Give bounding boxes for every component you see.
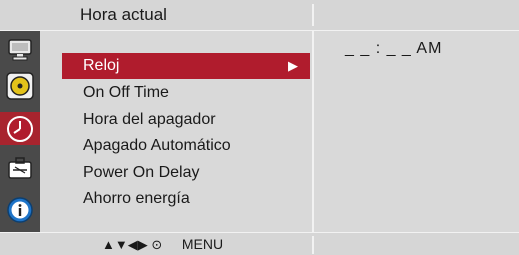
page-title: Hora actual	[80, 5, 167, 24]
menu-item-hora-del-apagador[interactable]: Hora del apagador	[83, 111, 216, 129]
menu-item-reloj[interactable]: Reloj ▶	[62, 53, 310, 79]
menu-item-ahorro-energia[interactable]: Ahorro energía	[83, 190, 190, 208]
ampm-value: AM	[416, 40, 443, 57]
arrow-keys-icon: ▲▼◀▶ ⊙	[102, 237, 163, 252]
info-icon	[7, 196, 33, 223]
monitor-icon	[8, 38, 32, 60]
toolbox-icon	[8, 156, 32, 179]
menu-item-on-off-time[interactable]: On Off Time	[83, 84, 169, 102]
menu-item-power-on-delay[interactable]: Power On Delay	[83, 164, 200, 182]
menu-item-apagado-automatico[interactable]: Apagado Automático	[83, 137, 231, 155]
menu-item-label: Reloj	[83, 57, 120, 74]
sidebar-item-options[interactable]	[0, 151, 40, 184]
osd-menu: Hora actual Reloj ▶ On Off Time Hora del…	[0, 0, 519, 255]
category-sidebar	[0, 31, 40, 232]
footer-bar	[0, 232, 519, 255]
sidebar-item-time[interactable]	[0, 112, 40, 145]
navigation-hint: ▲▼◀▶ ⊙ MENU	[102, 236, 223, 253]
sidebar-item-picture[interactable]	[0, 33, 40, 66]
divider	[312, 236, 314, 254]
chevron-right-icon: ▶	[288, 58, 298, 73]
time-value: _ _ : _ _	[345, 40, 412, 57]
menu-key-label: MENU	[181, 236, 224, 252]
divider	[312, 30, 314, 232]
header-bar: Hora actual	[0, 0, 519, 31]
clock-value: _ _ : _ _ AM	[345, 40, 442, 58]
disc-icon	[6, 71, 34, 100]
clock-icon	[7, 115, 33, 142]
sidebar-item-information[interactable]	[0, 193, 40, 226]
sidebar-item-audio[interactable]	[0, 69, 40, 102]
divider	[312, 4, 314, 26]
